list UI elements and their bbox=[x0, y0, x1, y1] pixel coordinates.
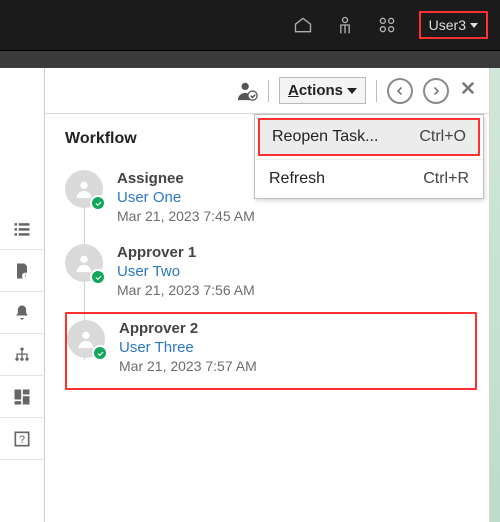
workflow-timestamp: Mar 21, 2023 7:56 AM bbox=[117, 282, 255, 298]
workflow-role: Approver 1 bbox=[117, 244, 255, 261]
rail-help-icon[interactable]: ? bbox=[0, 418, 45, 460]
menu-item-refresh[interactable]: Refresh Ctrl+R bbox=[255, 159, 483, 198]
right-edge bbox=[490, 68, 500, 522]
prev-button[interactable] bbox=[387, 78, 413, 104]
check-icon bbox=[90, 269, 106, 285]
grid-icon[interactable] bbox=[377, 15, 397, 35]
menu-item-reopen-task[interactable]: Reopen Task... Ctrl+O bbox=[258, 118, 480, 156]
check-icon bbox=[92, 345, 108, 361]
separator bbox=[268, 80, 269, 102]
workflow-user-link[interactable]: User Two bbox=[117, 263, 255, 280]
rail-hierarchy-icon[interactable] bbox=[0, 334, 45, 376]
menu-item-label: Refresh bbox=[269, 170, 325, 188]
workflow-item-highlighted: Approver 2 User Three Mar 21, 2023 7:57 … bbox=[65, 312, 477, 390]
workflow-timestamp: Mar 21, 2023 7:57 AM bbox=[119, 358, 257, 374]
menu-item-label: Reopen Task... bbox=[272, 128, 378, 146]
user-menu[interactable]: User3 bbox=[419, 11, 488, 39]
workflow-timestamp: Mar 21, 2023 7:45 AM bbox=[117, 208, 255, 224]
caret-down-icon bbox=[347, 88, 357, 94]
next-button[interactable] bbox=[423, 78, 449, 104]
workflow-role: Approver 2 bbox=[119, 320, 257, 337]
avatar bbox=[65, 244, 103, 282]
svg-text:?: ? bbox=[19, 434, 25, 446]
menu-item-shortcut: Ctrl+O bbox=[419, 128, 466, 146]
avatar bbox=[65, 170, 103, 208]
actions-button[interactable]: Actions bbox=[279, 77, 366, 104]
task-panel: Actions Reopen Task... Ctrl+O Refresh C bbox=[45, 68, 490, 522]
workflow-user-link[interactable]: User One bbox=[117, 189, 255, 206]
workflow-role: Assignee bbox=[117, 170, 255, 187]
subheader-gap bbox=[0, 50, 500, 68]
workflow-user-link[interactable]: User Three bbox=[119, 339, 257, 356]
menu-item-shortcut: Ctrl+R bbox=[423, 170, 469, 188]
panel-toolbar: Actions bbox=[45, 68, 489, 114]
left-rail: i ? bbox=[0, 68, 45, 522]
actions-label-rest: ctions bbox=[299, 82, 343, 99]
close-button[interactable] bbox=[459, 79, 477, 102]
person-icon[interactable] bbox=[335, 15, 355, 35]
rail-bell-icon[interactable] bbox=[0, 292, 45, 334]
actions-menu: Reopen Task... Ctrl+O Refresh Ctrl+R bbox=[254, 114, 484, 199]
reassign-icon[interactable] bbox=[236, 80, 258, 102]
home-icon[interactable] bbox=[293, 15, 313, 35]
workflow-item: Approver 1 User Two Mar 21, 2023 7:56 AM bbox=[65, 238, 477, 312]
rail-dashboard-icon[interactable] bbox=[0, 376, 45, 418]
avatar bbox=[67, 320, 105, 358]
caret-down-icon bbox=[470, 23, 478, 28]
separator bbox=[376, 80, 377, 102]
rail-list-icon[interactable] bbox=[0, 208, 45, 250]
svg-text:i: i bbox=[25, 273, 26, 279]
check-icon bbox=[90, 195, 106, 211]
topbar: User3 bbox=[0, 0, 500, 50]
rail-document-icon[interactable]: i bbox=[0, 250, 45, 292]
user-label: User3 bbox=[429, 17, 466, 33]
